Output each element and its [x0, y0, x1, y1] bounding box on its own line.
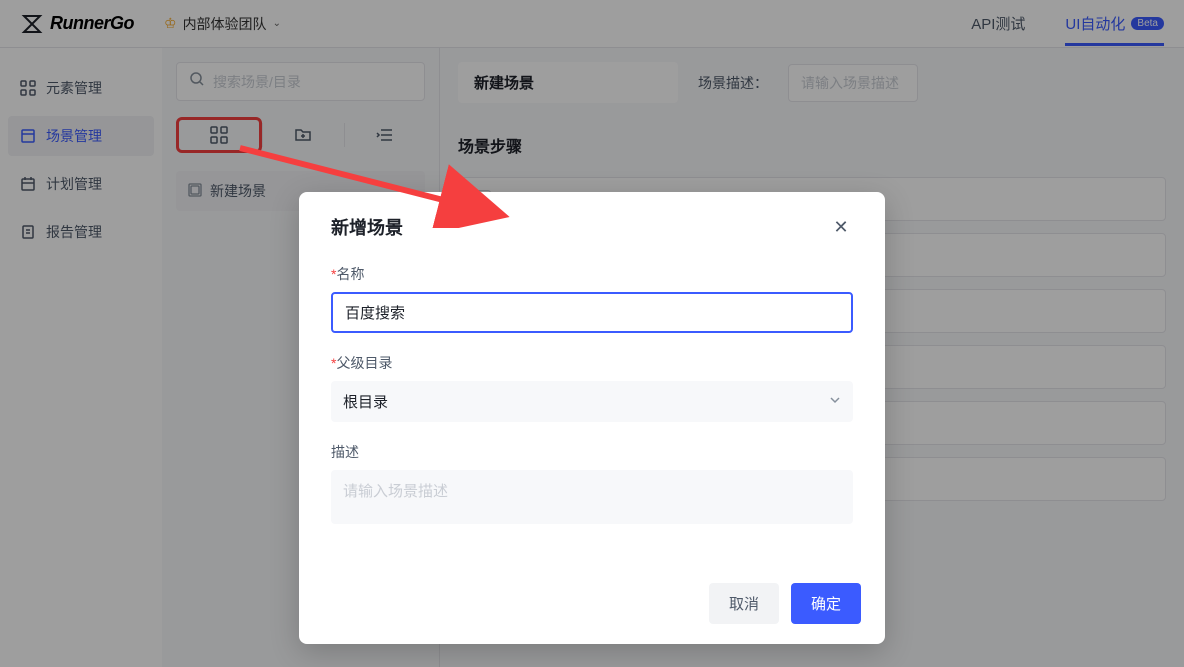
modal-overlay[interactable]: 新增场景 ✕ *名称 *父级目录 根目录 描述 取消 [0, 0, 1184, 667]
chevron-down-icon [829, 393, 841, 410]
parent-select-value: 根目录 [343, 391, 388, 412]
parent-label: *父级目录 [331, 353, 853, 373]
desc-label: 描述 [331, 442, 853, 462]
modal-title: 新增场景 [331, 214, 403, 240]
close-icon: ✕ [833, 217, 848, 238]
name-input[interactable] [331, 292, 853, 333]
name-label: *名称 [331, 264, 853, 284]
close-button[interactable]: ✕ [829, 215, 853, 239]
desc-textarea[interactable] [331, 470, 853, 524]
confirm-button[interactable]: 确定 [791, 583, 861, 624]
cancel-button[interactable]: 取消 [709, 583, 779, 624]
add-scene-modal: 新增场景 ✕ *名称 *父级目录 根目录 描述 取消 [299, 192, 885, 644]
parent-select[interactable]: 根目录 [331, 381, 853, 422]
